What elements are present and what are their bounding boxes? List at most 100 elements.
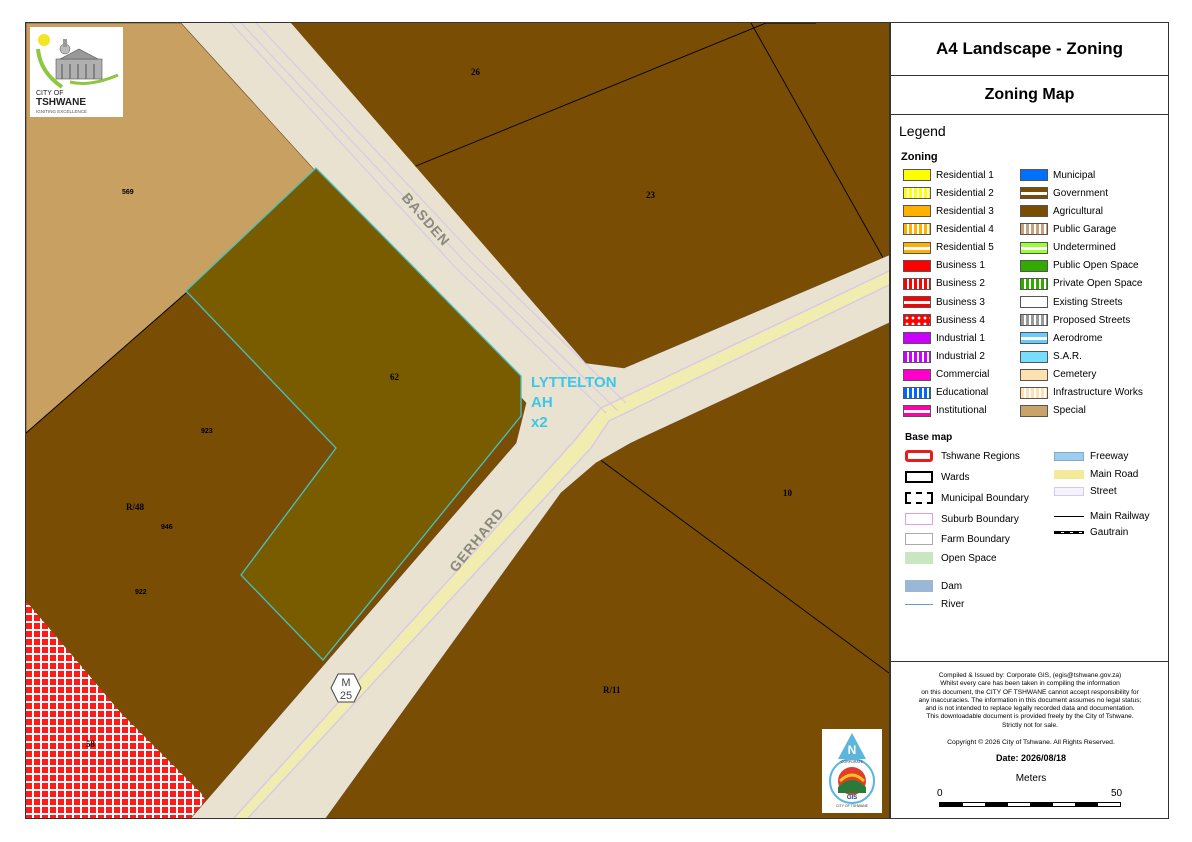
basemap-swatch bbox=[905, 580, 933, 592]
legend-panel: A4 Landscape - Zoning Zoning Map Legend … bbox=[890, 22, 1169, 819]
basemap-item-wards: Wards bbox=[905, 469, 970, 485]
disclaimer-line: This downloadable document is provided f… bbox=[926, 713, 1134, 721]
legend-item-s-a-r: S.A.R. bbox=[1020, 350, 1082, 364]
legend-label: Proposed Streets bbox=[1053, 314, 1131, 326]
basemap-swatch bbox=[1054, 451, 1084, 461]
disclaimer-text: Compiled & Issued by: Corporate GIS, (eg… bbox=[901, 672, 1159, 730]
basemap-label: Open Space bbox=[941, 552, 997, 564]
legend-swatch bbox=[903, 350, 931, 363]
basemap-swatch bbox=[1054, 469, 1084, 479]
legend-swatch bbox=[903, 223, 931, 236]
svg-text:CITY OF TSHWANE: CITY OF TSHWANE bbox=[836, 804, 869, 808]
legend-item-existing-streets: Existing Streets bbox=[1020, 295, 1122, 309]
legend-label: Infrastructure Works bbox=[1053, 387, 1143, 399]
basemap-swatch bbox=[1054, 530, 1084, 534]
svg-text:25: 25 bbox=[340, 690, 352, 702]
parcel-label-62: 62 bbox=[390, 372, 400, 382]
parcel-label-58: 58 bbox=[86, 739, 96, 749]
basemap-item-open-space: Open Space bbox=[905, 550, 997, 566]
svg-text:GIS: GIS bbox=[847, 795, 857, 801]
legend-item-municipal: Municipal bbox=[1020, 168, 1095, 182]
legend-swatch bbox=[1020, 187, 1048, 200]
gis-logo: N GIS CORPORATE CITY OF TSHWANE bbox=[822, 729, 882, 813]
legend-swatch bbox=[1020, 241, 1048, 254]
legend-swatch bbox=[903, 404, 931, 417]
legend-swatch bbox=[1020, 332, 1048, 345]
map-title: A4 Landscape - Zoning bbox=[891, 23, 1168, 76]
parcel-label-946: 946 bbox=[161, 524, 173, 531]
legend-item-residential-1: Residential 1 bbox=[903, 168, 994, 182]
legend-label: Existing Streets bbox=[1053, 296, 1123, 308]
legend-label: Private Open Space bbox=[1053, 278, 1143, 290]
legend-item-undetermined: Undetermined bbox=[1020, 241, 1116, 255]
map-subtitle: Zoning Map bbox=[891, 76, 1168, 115]
logo-line3: IGNITING EXCELLENCE bbox=[36, 109, 87, 114]
disclaimer-line: Compiled & Issued by: Corporate GIS, (eg… bbox=[938, 672, 1122, 679]
legend-label: Public Garage bbox=[1053, 223, 1117, 235]
map-svg: 26 23 569 62 923 R/48 946 922 10 R/11 58… bbox=[26, 23, 889, 818]
legend-label: Industrial 1 bbox=[936, 332, 985, 344]
legend-label: Residential 5 bbox=[936, 242, 994, 254]
parcel-label-923: 923 bbox=[201, 428, 213, 435]
svg-text:M: M bbox=[341, 677, 350, 689]
basemap-title: Base map bbox=[905, 432, 953, 443]
legend-item-commercial: Commercial bbox=[903, 368, 989, 382]
city-logo: CITY OF TSHWANE IGNITING EXCELLENCE bbox=[30, 27, 123, 117]
legend-swatch bbox=[903, 259, 931, 272]
basemap-label: Municipal Boundary bbox=[941, 492, 1029, 504]
disclaimer-line: and is not intended to replace legally r… bbox=[925, 705, 1135, 713]
city-hall-icon: CITY OF TSHWANE IGNITING EXCELLENCE bbox=[36, 34, 119, 114]
legend-item-infrastructure-works: Infrastructure Works bbox=[1020, 386, 1143, 400]
basemap-item-gautrain: Gautrain bbox=[1054, 524, 1128, 540]
legend-label: Commercial bbox=[936, 369, 990, 381]
legend-item-proposed-streets: Proposed Streets bbox=[1020, 313, 1130, 327]
legend-label: Aerodrome bbox=[1053, 332, 1103, 344]
legend-label: Public Open Space bbox=[1053, 260, 1139, 272]
legend-item-residential-2: Residential 2 bbox=[903, 186, 994, 200]
parcel-label-10: 10 bbox=[783, 488, 793, 498]
legend-swatch bbox=[903, 314, 931, 327]
legend-item-educational: Educational bbox=[903, 386, 988, 400]
legend-label: Residential 1 bbox=[936, 169, 994, 181]
svg-text:N: N bbox=[848, 743, 857, 757]
legend-label: Government bbox=[1053, 187, 1109, 199]
legend-swatch bbox=[903, 332, 931, 345]
legend-swatch bbox=[903, 169, 931, 181]
disclaimer-line: on this document, the CITY OF TSHWANE ca… bbox=[921, 688, 1139, 696]
basemap-label: Farm Boundary bbox=[941, 533, 1010, 545]
basemap-swatch bbox=[905, 492, 933, 504]
area-label-line1: LYTTELTON bbox=[531, 374, 617, 391]
legend-item-industrial-2: Industrial 2 bbox=[903, 350, 985, 364]
basemap-label: Suburb Boundary bbox=[941, 513, 1019, 525]
legend-title: Legend bbox=[899, 123, 946, 139]
legend-label: Residential 4 bbox=[936, 223, 994, 235]
legend-swatch bbox=[1020, 169, 1048, 181]
scale-max: 50 bbox=[1111, 788, 1123, 799]
basemap-swatch bbox=[1054, 486, 1084, 496]
legend-swatch bbox=[1020, 223, 1048, 236]
parcel-label-922: 922 bbox=[135, 589, 147, 596]
basemap-label: Gautrain bbox=[1090, 526, 1129, 538]
basemap-swatch bbox=[905, 552, 933, 564]
logo-line1: CITY OF bbox=[36, 90, 63, 97]
parcel-label-23: 23 bbox=[646, 190, 656, 200]
basemap-swatch bbox=[905, 513, 933, 525]
legend-swatch bbox=[903, 205, 931, 218]
parcel-label-26: 26 bbox=[471, 67, 481, 77]
legend-item-business-2: Business 2 bbox=[903, 277, 985, 291]
map-canvas[interactable]: 26 23 569 62 923 R/48 946 922 10 R/11 58… bbox=[25, 22, 890, 819]
legend-item-cemetery: Cemetery bbox=[1020, 368, 1096, 382]
parcel-label-569: 569 bbox=[122, 189, 134, 196]
legend-item-aerodrome: Aerodrome bbox=[1020, 331, 1102, 345]
copyright-text: Copyright © 2026 City of Tshwane. All Ri… bbox=[947, 739, 1115, 746]
parcel-label-r48: R/48 bbox=[126, 502, 145, 512]
legend-label: Municipal bbox=[1053, 169, 1096, 181]
legend-item-institutional: Institutional bbox=[903, 404, 987, 418]
legend-swatch bbox=[1020, 368, 1048, 381]
legend-label: Educational bbox=[936, 387, 989, 399]
legend-label: Business 1 bbox=[936, 260, 985, 272]
legend-label: Residential 3 bbox=[936, 205, 994, 217]
legend-swatch bbox=[1020, 404, 1048, 417]
north-arrow-icon: N GIS CORPORATE CITY OF TSHWANE bbox=[829, 733, 875, 808]
legend-label: Cemetery bbox=[1053, 369, 1097, 381]
